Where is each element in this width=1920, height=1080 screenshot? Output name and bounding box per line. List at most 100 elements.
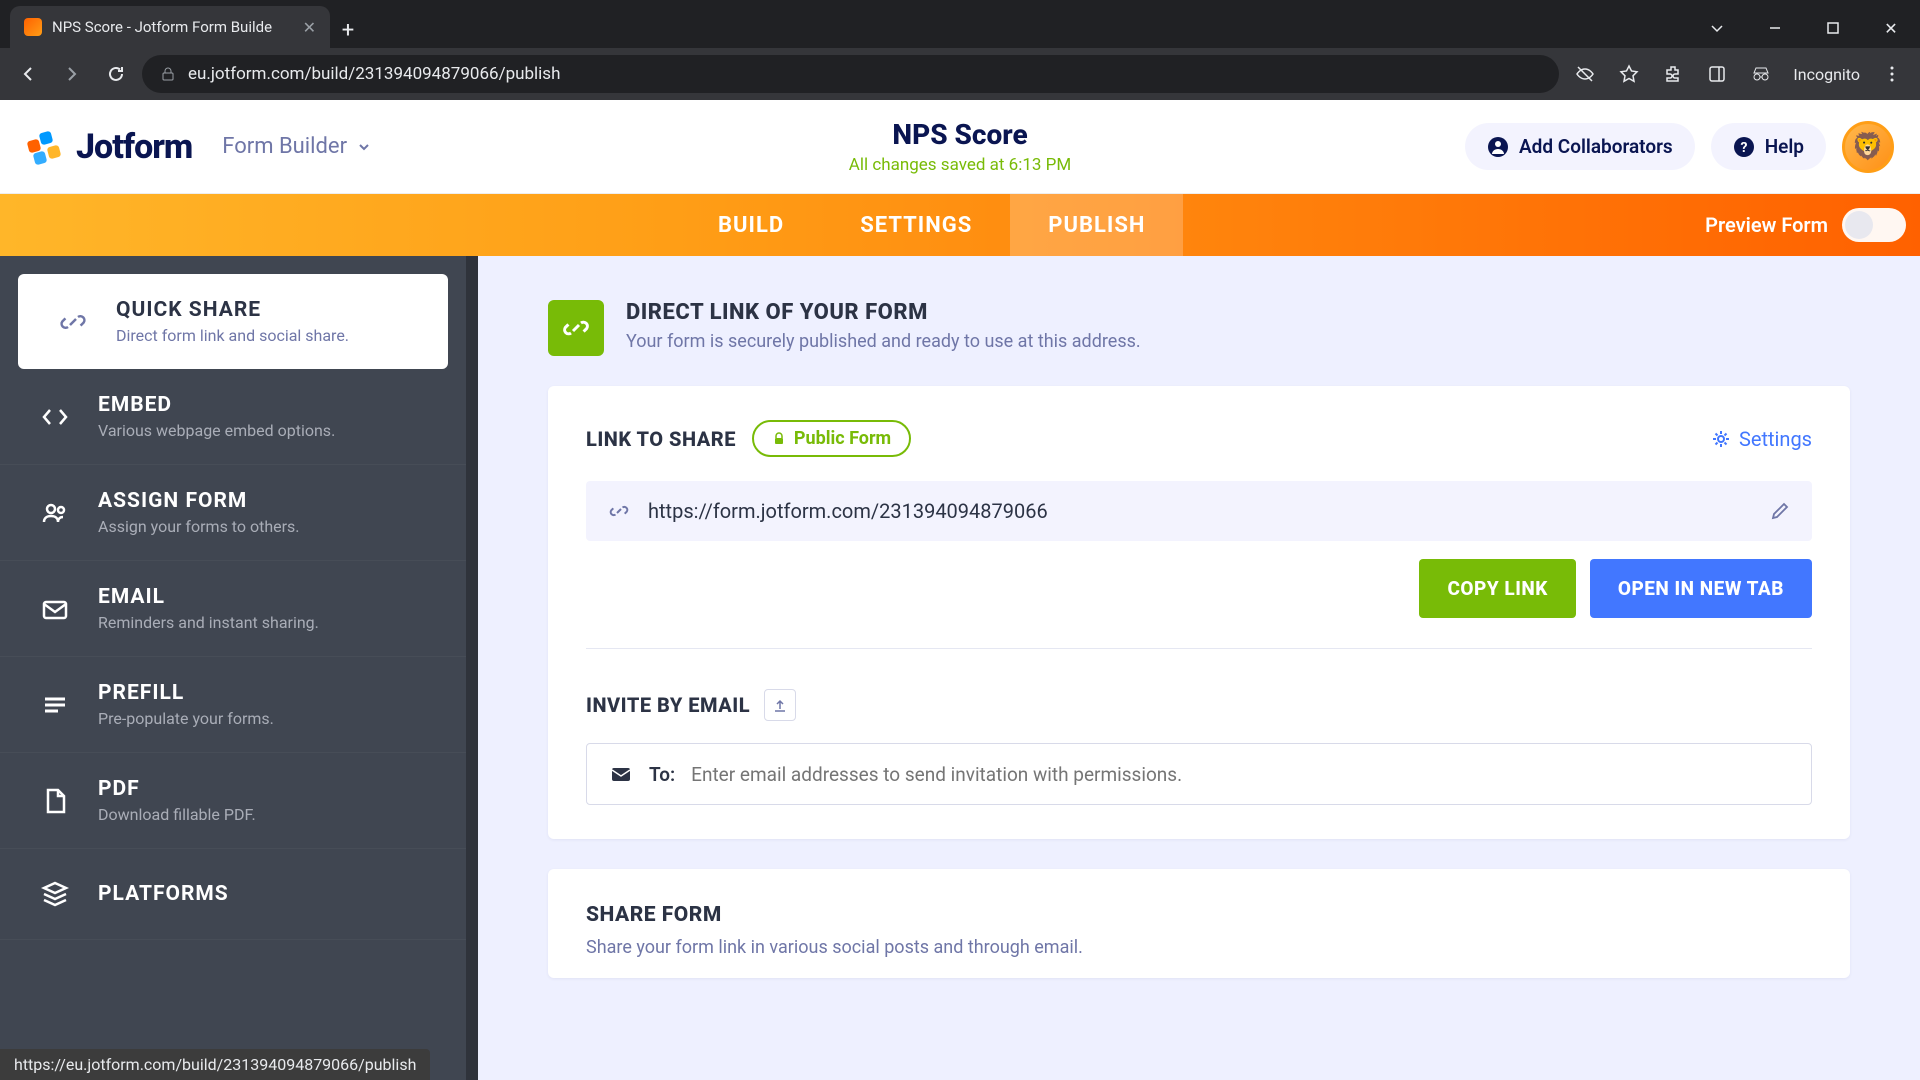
app-header: Jotform Form Builder NPS Score All chang… xyxy=(0,100,1920,194)
address-bar[interactable]: eu.jotform.com/build/231394094879066/pub… xyxy=(142,55,1559,93)
tab-close-icon[interactable]: ✕ xyxy=(303,18,316,37)
sidebar-item-label: PDF xyxy=(98,777,256,801)
help-label: Help xyxy=(1765,135,1804,158)
upload-icon xyxy=(772,697,788,713)
sidebar-scrollbar[interactable] xyxy=(466,256,478,1080)
browser-tab[interactable]: NPS Score - Jotform Form Builde ✕ xyxy=(10,6,330,48)
sidebar-item-prefill[interactable]: PREFILLPre-populate your forms. xyxy=(0,657,466,753)
eye-off-icon[interactable] xyxy=(1567,56,1603,92)
close-window-icon[interactable]: ✕ xyxy=(1862,8,1920,48)
builder-tabs: BUILD SETTINGS PUBLISH Preview Form xyxy=(0,194,1920,256)
page-title[interactable]: NPS Score xyxy=(849,118,1071,151)
share-form-card: SHARE FORM Share your form link in vario… xyxy=(548,869,1850,978)
direct-link-title: DIRECT LINK OF YOUR FORM xyxy=(626,300,1141,325)
logo-mark-icon xyxy=(26,128,64,166)
link-icon xyxy=(548,300,604,356)
new-tab-button[interactable]: + xyxy=(330,12,366,48)
tab-settings[interactable]: SETTINGS xyxy=(822,194,1010,256)
sidebar-item-desc: Various webpage embed options. xyxy=(98,421,335,440)
app-root: Jotform Form Builder NPS Score All chang… xyxy=(0,100,1920,1080)
svg-text:?: ? xyxy=(1740,140,1747,156)
sidebar-item-desc: Download fillable PDF. xyxy=(98,805,256,824)
tab-dropdown-icon[interactable] xyxy=(1688,8,1746,48)
save-status: All changes saved at 6:13 PM xyxy=(849,155,1071,175)
pdf-icon xyxy=(34,780,76,822)
sidebar-item-assign-form[interactable]: ASSIGN FORM Assign your forms to others. xyxy=(0,465,466,561)
preview-form-label: Preview Form xyxy=(1705,213,1828,237)
sidebar-item-label: QUICK SHARE xyxy=(116,298,349,322)
prefill-icon xyxy=(34,684,76,726)
bookmark-star-icon[interactable] xyxy=(1611,56,1647,92)
public-form-badge[interactable]: Public Form xyxy=(752,420,911,457)
sidebar-item-label: PLATFORMS xyxy=(98,882,229,906)
copy-link-button[interactable]: COPY LINK xyxy=(1419,559,1575,618)
layers-icon xyxy=(34,873,76,915)
help-icon: ? xyxy=(1733,136,1755,158)
window-controls: ✕ xyxy=(1688,8,1920,48)
sidebar-item-label: EMAIL xyxy=(98,585,319,609)
add-collab-label: Add Collaborators xyxy=(1519,135,1673,158)
header-center: NPS Score All changes saved at 6:13 PM xyxy=(849,118,1071,175)
form-builder-dropdown[interactable]: Form Builder xyxy=(222,134,371,159)
publish-sidebar: QUICK SHAREDirect form link and social s… xyxy=(0,256,466,1080)
upload-contacts-button[interactable] xyxy=(764,689,796,721)
link-icon xyxy=(608,500,630,522)
incognito-icon[interactable] xyxy=(1743,56,1779,92)
to-label: To: xyxy=(649,763,675,786)
tab-title: NPS Score - Jotform Form Builde xyxy=(52,18,272,36)
add-collaborators-button[interactable]: Add Collaborators xyxy=(1465,123,1695,170)
sidebar-item-email[interactable]: EMAIL Reminders and instant sharing. xyxy=(0,561,466,657)
link-settings-button[interactable]: Settings xyxy=(1711,427,1812,451)
status-bar: https://eu.jotform.com/build/23139409487… xyxy=(0,1049,430,1080)
lock-icon xyxy=(772,432,786,446)
logo-text: Jotform xyxy=(76,127,192,167)
invite-by-email-label: INVITE BY EMAIL xyxy=(586,693,750,717)
forward-button[interactable] xyxy=(54,56,90,92)
help-button[interactable]: ? Help xyxy=(1711,123,1826,170)
sidebar-item-label: ASSIGN FORM xyxy=(98,489,300,513)
menu-icon[interactable] xyxy=(1874,56,1910,92)
main-content: DIRECT LINK OF YOUR FORM Your form is se… xyxy=(478,256,1920,1080)
share-form-subtitle: Share your form link in various social p… xyxy=(586,937,1812,958)
site-info-icon[interactable] xyxy=(160,66,176,82)
form-url-box[interactable]: https://form.jotform.com/231394094879066 xyxy=(586,481,1812,541)
sidebar-item-pdf[interactable]: PDF Download fillable PDF. xyxy=(0,753,466,849)
preview-toggle[interactable] xyxy=(1842,208,1906,242)
share-form-title: SHARE FORM xyxy=(586,903,1812,927)
mail-icon xyxy=(609,762,633,786)
link-icon xyxy=(52,301,94,343)
invite-email-box[interactable]: To: xyxy=(586,743,1812,805)
sidebar-item-desc: Pre-populate your forms. xyxy=(98,709,274,728)
sidebar-item-desc: Assign your forms to others. xyxy=(98,517,300,536)
gear-icon xyxy=(1711,429,1731,449)
form-builder-label: Form Builder xyxy=(222,134,347,159)
incognito-label: Incognito xyxy=(1787,65,1866,84)
extensions-icon[interactable] xyxy=(1655,56,1691,92)
url-text: eu.jotform.com/build/231394094879066/pub… xyxy=(188,64,560,84)
back-button[interactable] xyxy=(10,56,46,92)
minimize-icon[interactable] xyxy=(1746,8,1804,48)
form-url-text: https://form.jotform.com/231394094879066 xyxy=(648,499,1752,523)
invite-email-input[interactable] xyxy=(691,763,1789,786)
avatar[interactable]: 🦁 xyxy=(1842,121,1894,173)
logo[interactable]: Jotform xyxy=(26,127,192,167)
sidebar-item-embed[interactable]: EMBEDVarious webpage embed options. xyxy=(0,369,466,465)
pencil-icon[interactable] xyxy=(1770,501,1790,521)
maximize-icon[interactable] xyxy=(1804,8,1862,48)
settings-label: Settings xyxy=(1739,427,1812,451)
sidebar-item-desc: Reminders and instant sharing. xyxy=(98,613,319,632)
sidebar-item-platforms[interactable]: PLATFORMS xyxy=(0,849,466,940)
public-form-label: Public Form xyxy=(794,428,891,449)
user-icon xyxy=(1487,136,1509,158)
tab-build[interactable]: BUILD xyxy=(680,194,822,256)
sidebar-item-quick-share[interactable]: QUICK SHAREDirect form link and social s… xyxy=(18,274,448,369)
open-new-tab-button[interactable]: OPEN IN NEW TAB xyxy=(1590,559,1812,618)
people-icon xyxy=(34,492,76,534)
side-panel-icon[interactable] xyxy=(1699,56,1735,92)
link-share-card: LINK TO SHARE Public Form Settings https… xyxy=(548,386,1850,839)
browser-toolbar: eu.jotform.com/build/231394094879066/pub… xyxy=(0,48,1920,100)
browser-titlebar: NPS Score - Jotform Form Builde ✕ + ✕ xyxy=(0,0,1920,48)
reload-button[interactable] xyxy=(98,56,134,92)
chevron-down-icon xyxy=(357,140,371,154)
tab-publish[interactable]: PUBLISH xyxy=(1010,194,1183,256)
